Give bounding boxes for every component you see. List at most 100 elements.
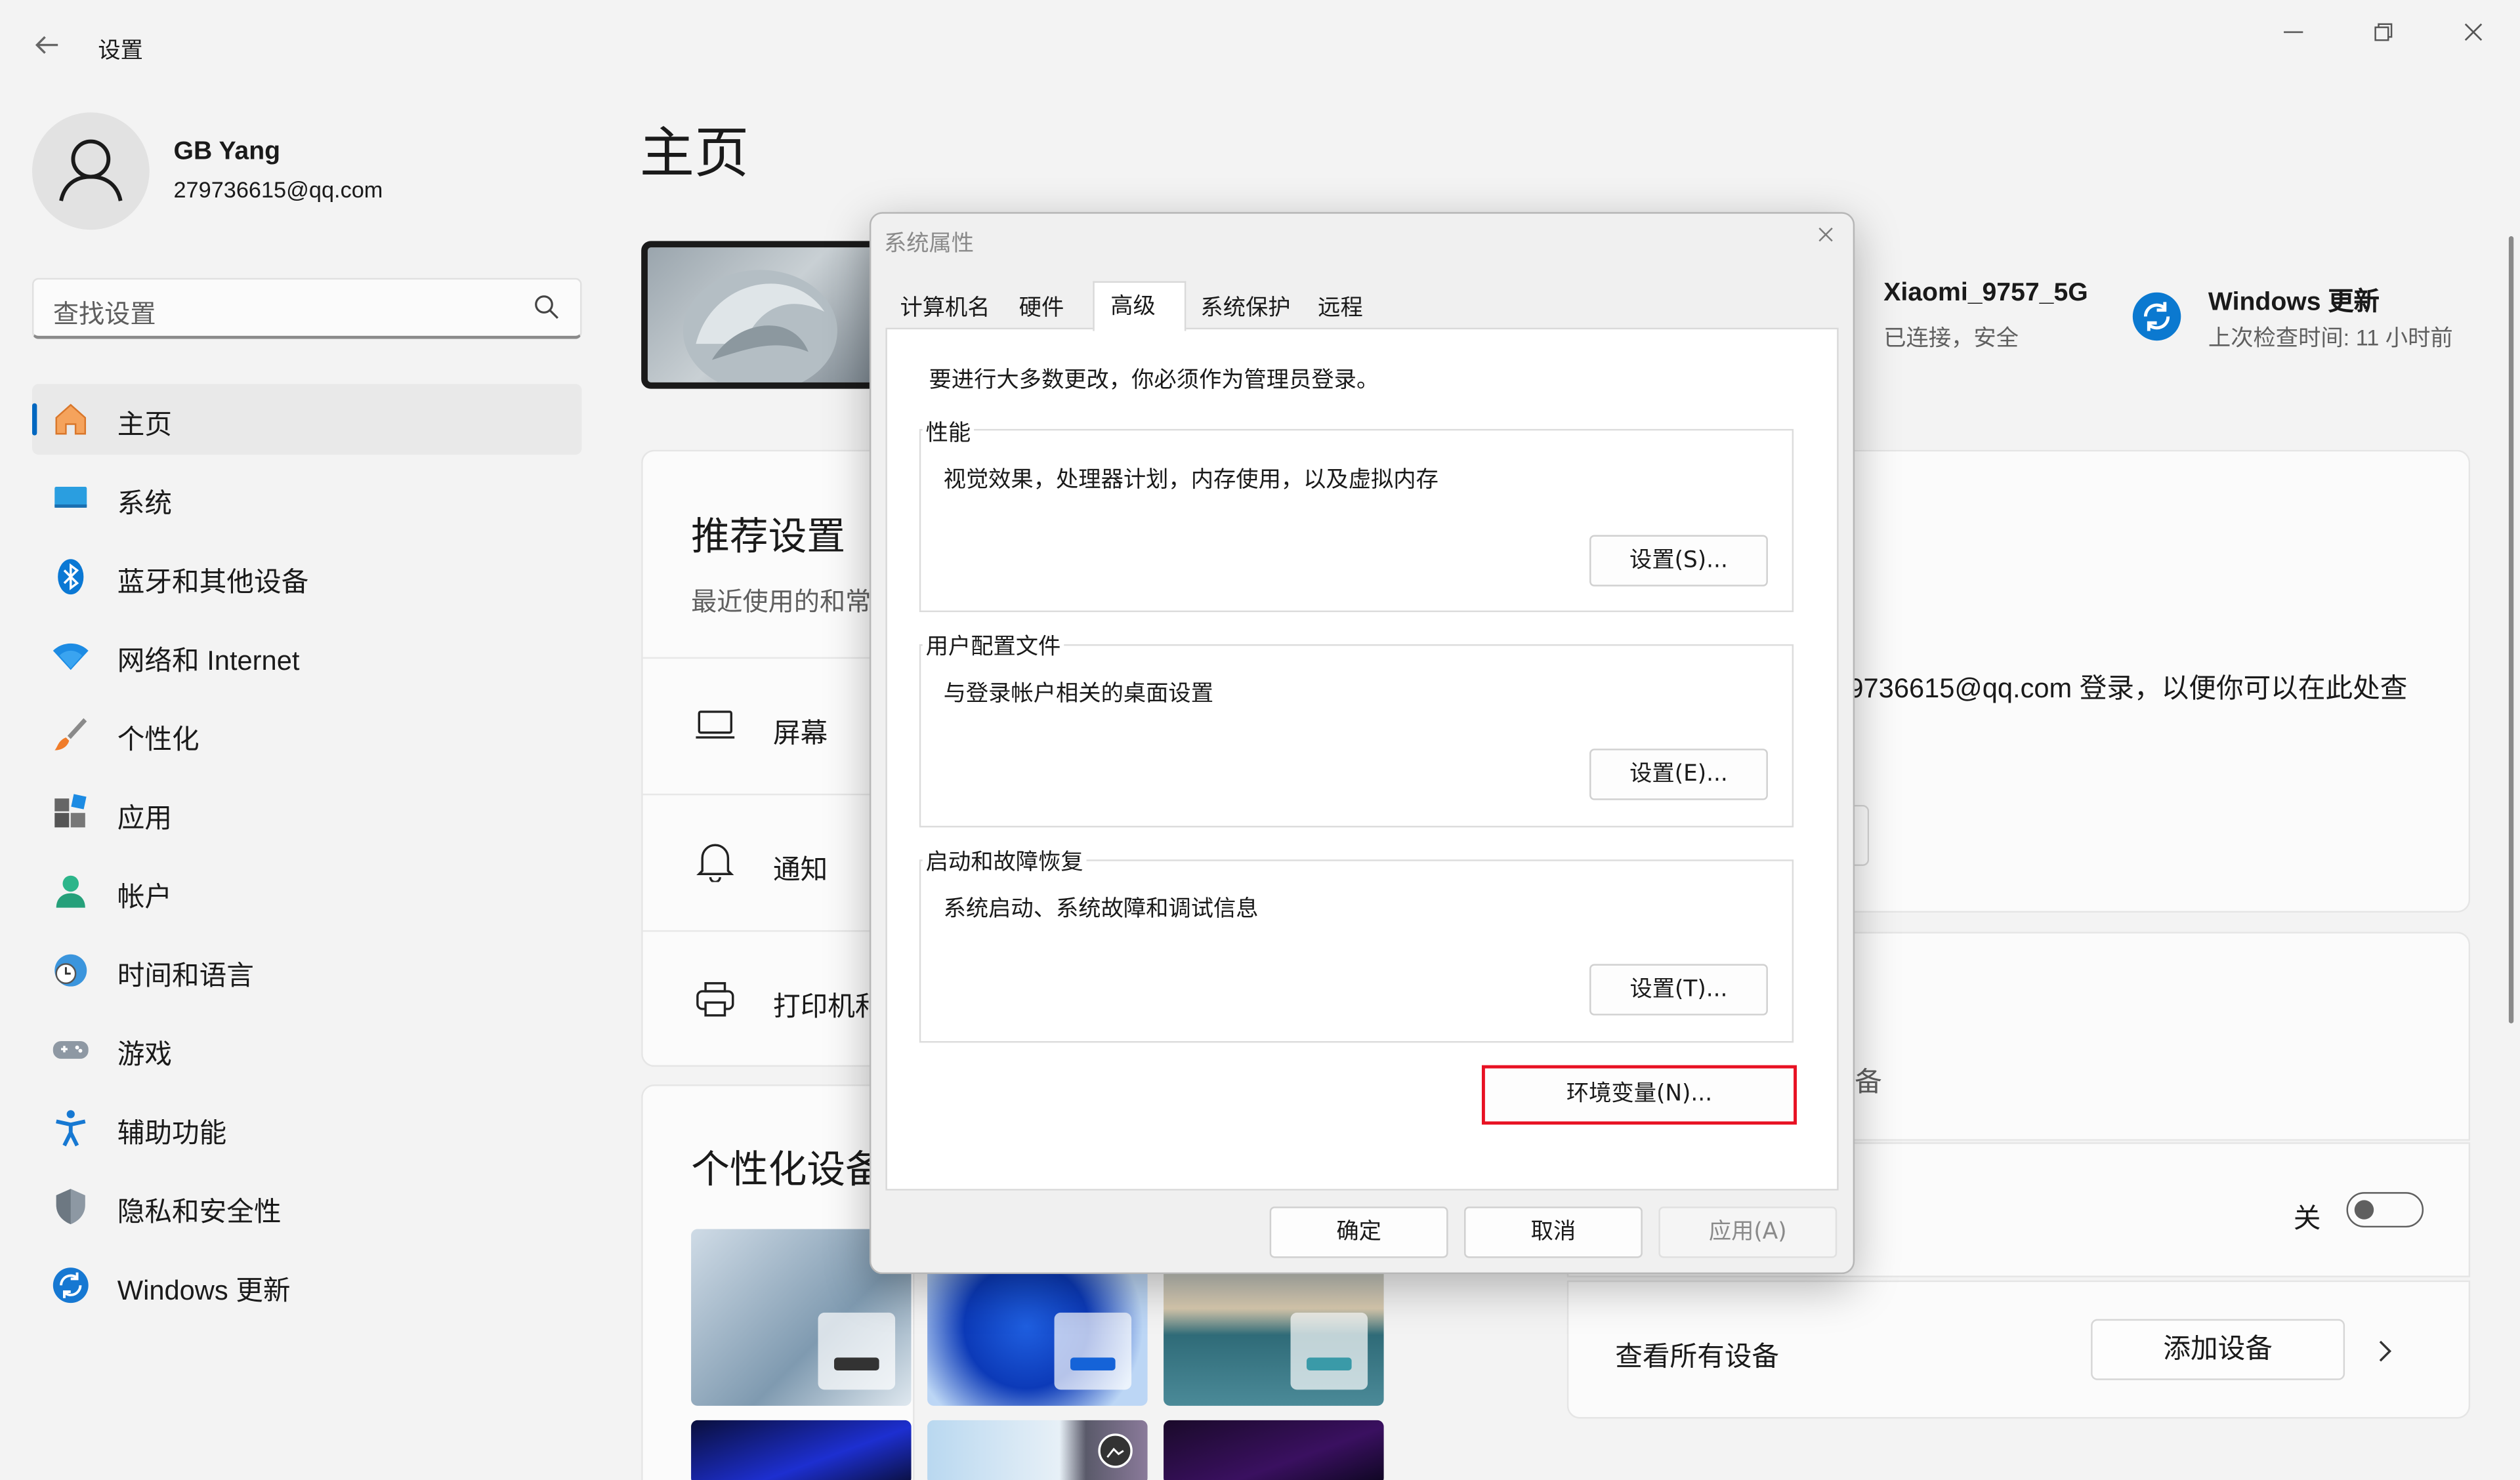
sidebar-item-label: 时间和语言 <box>117 960 254 992</box>
avatar[interactable] <box>32 112 150 230</box>
tab-hardware[interactable]: 硬件 <box>1011 284 1072 327</box>
user-profiles-description: 与登录帐户相关的桌面设置 <box>943 681 1213 707</box>
cancel-button[interactable]: 取消 <box>1464 1206 1643 1258</box>
taskbar-preview <box>1290 1312 1368 1390</box>
sidebar-item-label: Windows 更新 <box>117 1275 291 1307</box>
personalize-heading: 个性化设备 <box>691 1149 884 1193</box>
sidebar-item-label: 游戏 <box>117 1039 173 1071</box>
user-profiles-settings-button[interactable]: 设置(E)... <box>1589 749 1768 800</box>
dialog-close-button[interactable] <box>1818 223 1834 249</box>
apply-button[interactable]: 应用(A) <box>1658 1206 1838 1258</box>
network-tile-title[interactable]: Xiaomi_9757_5G <box>1883 279 2088 308</box>
windows-update-icon <box>2143 302 2170 331</box>
ok-button[interactable]: 确定 <box>1269 1206 1448 1258</box>
search-icon[interactable] <box>532 293 561 321</box>
sidebar-item-personalization[interactable]: 个性化 <box>32 699 582 770</box>
tab-system-protection[interactable]: 系统保护 <box>1192 284 1299 327</box>
search-box[interactable]: 查找设置 <box>32 278 582 339</box>
sidebar-item-windows-update[interactable]: Windows 更新 <box>32 1250 582 1321</box>
tab-remote[interactable]: 远程 <box>1310 284 1371 327</box>
devices-toggle[interactable] <box>2346 1192 2424 1228</box>
close-icon <box>2464 23 2483 41</box>
update-tile-status: 上次检查时间: 11 小时前 <box>2208 324 2453 350</box>
sidebar-item-accessibility[interactable]: 辅助功能 <box>32 1092 582 1163</box>
wifi-icon <box>52 643 89 670</box>
sidebar-item-home[interactable]: 主页 <box>32 384 582 455</box>
sidebar-item-system[interactable]: 系统 <box>32 462 582 533</box>
minimize-icon <box>2284 31 2303 33</box>
sidebar-item-label: 个性化 <box>117 724 200 756</box>
account-card: 9736615@qq.com 登录，以便你可以在此处查 <box>1848 449 2471 913</box>
recommended-subtitle: 最近使用的和常 <box>691 589 872 617</box>
environment-variables-button[interactable]: 环境变量(N)... <box>1481 1065 1797 1125</box>
device-wallpaper-preview[interactable] <box>641 241 883 389</box>
accessibility-icon <box>56 1110 86 1147</box>
bluetooth-icon <box>58 559 84 595</box>
back-button[interactable] <box>32 31 68 66</box>
globe-clock-icon <box>54 954 87 987</box>
camera-roll-icon <box>1098 1433 1133 1468</box>
restore-button[interactable] <box>2351 13 2416 55</box>
sidebar-item-network[interactable]: 网络和 Internet <box>32 620 582 691</box>
sidebar-item-bluetooth[interactable]: 蓝牙和其他设备 <box>32 541 582 612</box>
page-title: 主页 <box>639 123 749 185</box>
wallpaper-thumb[interactable] <box>1164 1420 1384 1480</box>
sidebar-item-time-language[interactable]: 时间和语言 <box>32 935 582 1006</box>
wallpaper-thumb[interactable] <box>691 1420 912 1480</box>
scrollbar[interactable] <box>2508 236 2514 1024</box>
sidebar-item-label: 帐户 <box>117 882 173 913</box>
bell-icon <box>696 844 734 882</box>
tab-computer-name[interactable]: 计算机名 <box>892 284 998 327</box>
user-name: GB Yang <box>173 138 281 166</box>
user-profiles-group-label: 用户配置文件 <box>922 630 1064 662</box>
wallpaper-thumb[interactable] <box>927 1420 1148 1480</box>
shield-icon <box>56 1189 85 1225</box>
apps-icon <box>54 794 87 828</box>
minimize-button[interactable] <box>2261 13 2326 55</box>
sidebar-item-label: 蓝牙和其他设备 <box>117 567 309 598</box>
app-title: 设置 <box>98 37 143 63</box>
sidebar-item-gaming[interactable]: 游戏 <box>32 1014 582 1084</box>
update-tile-title[interactable]: Windows 更新 <box>2208 279 2380 318</box>
wallpaper-bloom-image <box>682 270 837 382</box>
chevron-right-icon[interactable] <box>2376 1338 2395 1364</box>
admin-note: 要进行大多数更改，你必须作为管理员登录。 <box>929 367 1379 394</box>
see-all-devices-label: 查看所有设备 <box>1615 1341 1780 1372</box>
sidebar-item-privacy[interactable]: 隐私和安全性 <box>32 1171 582 1242</box>
devices-partial-text: 备 <box>1855 1067 1882 1098</box>
performance-description: 视觉效果，处理器计划，内存使用，以及虚拟内存 <box>943 467 1438 493</box>
sidebar-item-label: 隐私和安全性 <box>117 1197 282 1228</box>
network-tile-status: 已连接，安全 <box>1883 324 2019 350</box>
row-label: 屏幕 <box>772 718 828 749</box>
sidebar-item-accounts[interactable]: 帐户 <box>32 856 582 927</box>
sidebar-item-label: 主页 <box>117 409 173 441</box>
performance-group-label: 性能 <box>922 416 975 449</box>
selection-indicator <box>32 403 37 436</box>
sidebar-item-apps[interactable]: 应用 <box>32 777 582 848</box>
close-icon <box>1818 227 1833 242</box>
tab-advanced[interactable]: 高级 <box>1093 281 1186 331</box>
search-input[interactable]: 查找设置 <box>53 293 156 331</box>
row-label: 通知 <box>772 854 828 886</box>
startup-recovery-settings-button[interactable]: 设置(T)... <box>1589 964 1768 1016</box>
account-card-text: 9736615@qq.com 登录，以便你可以在此处查 <box>1848 673 2408 704</box>
account-icon <box>56 875 85 908</box>
brush-icon <box>54 718 87 750</box>
row-label: 打印机和 <box>772 991 883 1022</box>
gamepad-icon <box>52 1040 89 1059</box>
see-all-devices-row[interactable]: 查看所有设备 添加设备 <box>1566 1280 2471 1419</box>
person-icon <box>59 139 123 201</box>
close-button[interactable] <box>2441 13 2506 55</box>
add-device-button[interactable]: 添加设备 <box>2091 1319 2345 1380</box>
startup-recovery-group-label: 启动和故障恢复 <box>922 845 1087 878</box>
system-properties-dialog: 系统属性 计算机名 硬件 高级 系统保护 远程 要进行大多数更改，你必须作为管理… <box>869 212 1855 1275</box>
printer-icon <box>696 982 734 1017</box>
taskbar-preview <box>818 1312 896 1390</box>
toggle-state-label: 关 <box>2293 1203 2321 1234</box>
sidebar-item-label: 网络和 Internet <box>117 646 300 677</box>
laptop-icon <box>696 710 735 739</box>
sidebar-item-label: 系统 <box>117 488 173 520</box>
monitor-icon <box>54 487 87 508</box>
performance-settings-button[interactable]: 设置(S)... <box>1589 535 1768 586</box>
toggle-knob <box>2354 1200 2374 1220</box>
